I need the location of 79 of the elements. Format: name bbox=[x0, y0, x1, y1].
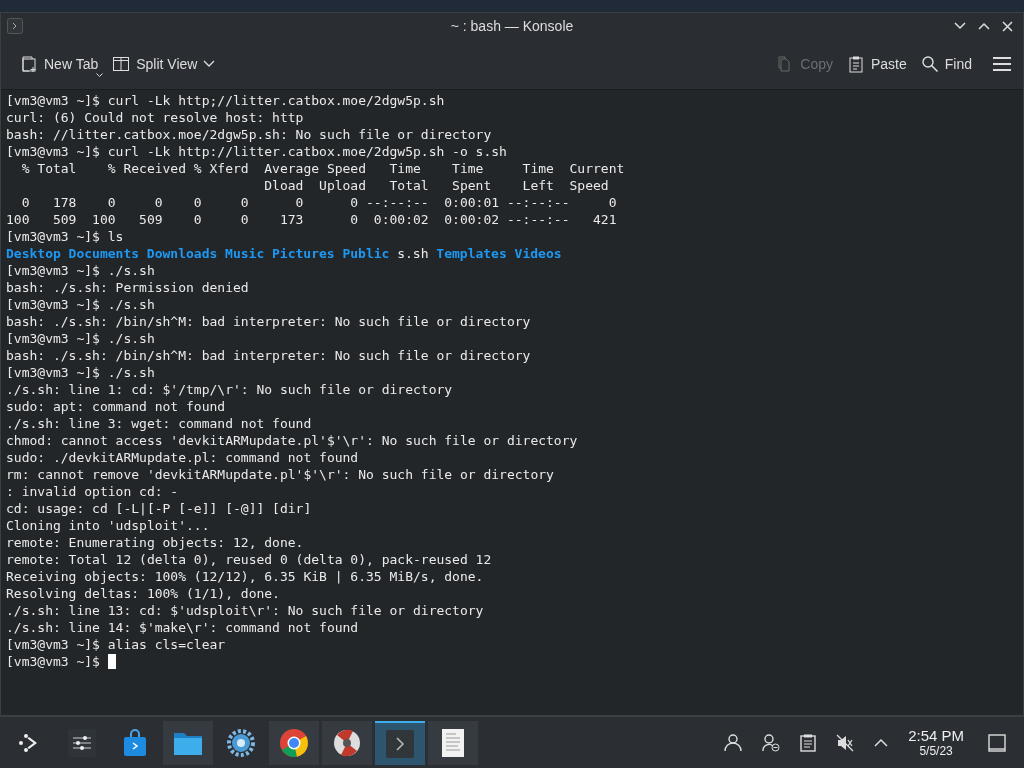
window-title: ~ : bash — Konsole bbox=[450, 18, 574, 34]
terminal-line: [vm3@vm3 ~]$ ./s.sh bbox=[6, 296, 156, 313]
toolbar-button[interactable]: Find bbox=[915, 51, 977, 77]
shopping-bag-icon bbox=[122, 728, 148, 757]
maximize-icon[interactable] bbox=[978, 22, 990, 30]
directory-name: Music bbox=[225, 245, 265, 262]
terminal-icon bbox=[386, 729, 414, 758]
toolbar-button[interactable]: Split View bbox=[107, 51, 221, 77]
new-tab-icon bbox=[20, 55, 38, 73]
split-view-icon bbox=[112, 55, 131, 73]
terminal-line: sudo: apt: command not found bbox=[6, 398, 227, 415]
terminal-line: curl: (6) Could not resolve host: http bbox=[6, 109, 305, 126]
taskbar-item[interactable] bbox=[375, 720, 425, 765]
taskbar-item[interactable] bbox=[269, 720, 319, 765]
terminal-line: bash: //litter.catbox.moe/2dgw5p.sh: No such file or directory bbox=[6, 126, 493, 143]
toolbar-button[interactable]: Paste bbox=[841, 51, 912, 77]
text-cursor bbox=[107, 654, 116, 669]
terminal-line: [vm3@vm3 ~]$ alias cls=clear bbox=[6, 636, 227, 653]
sliders-icon bbox=[68, 728, 96, 757]
terminal-line: [vm3@vm3 ~]$ bbox=[6, 653, 101, 670]
search-icon bbox=[920, 55, 939, 73]
terminal-line: cd: usage: cd [-L|[-P [-e]] [-@]] [dir] bbox=[6, 500, 313, 517]
directory-name: Desktop bbox=[6, 245, 61, 262]
terminal-line: remote: Total 12 (delta 0), reused 0 (delta 0), pack-reused 12 bbox=[6, 551, 493, 568]
clock-time[interactable]: 2:54 PM bbox=[908, 728, 964, 743]
terminal-icon bbox=[7, 18, 23, 34]
caret-icon[interactable] bbox=[874, 738, 889, 747]
disc-icon bbox=[333, 728, 361, 757]
gear-icon bbox=[226, 727, 256, 758]
caret-icon bbox=[203, 60, 216, 68]
terminal-line: Cloning into 'udsploit'... bbox=[6, 517, 211, 534]
terminal-line: chmod: cannot access 'devkitARMupdate.pl'$'\r': No such file or directory bbox=[6, 432, 579, 449]
user-icon[interactable] bbox=[724, 733, 743, 752]
taskbar-item[interactable] bbox=[428, 720, 478, 765]
terminal-line: ./s.sh: line 14: $'make\r': command not found bbox=[6, 619, 360, 636]
caret-icon bbox=[96, 73, 104, 78]
terminal-line: 100 509 100 509 0 0 173 0 0:00:02 0:00:02 --:--:-- 421 bbox=[6, 211, 618, 228]
terminal-line: sudo: ./devkitARMupdate.pl: command not found bbox=[6, 449, 360, 466]
terminal-line: Receiving objects: 100% (12/12), 6.35 KiB | 6.35 MiB/s, done. bbox=[6, 568, 485, 585]
directory-name: Downloads bbox=[146, 245, 218, 262]
terminal-line: [vm3@vm3 ~]$ ls bbox=[6, 228, 125, 245]
minimize-icon[interactable] bbox=[954, 22, 966, 30]
toolbar-button[interactable]: New Tab bbox=[15, 51, 104, 77]
directory-name: Documents bbox=[68, 245, 140, 262]
terminal-line: [vm3@vm3 ~]$ ./s.sh bbox=[6, 262, 156, 279]
terminal-line: bash: ./s.sh: Permission denied bbox=[6, 279, 250, 296]
terminal-line: : invalid option cd: - bbox=[6, 483, 180, 500]
terminal-line: Resolving deltas: 100% (1/1), done. bbox=[6, 585, 281, 602]
file-name: s.sh bbox=[397, 245, 429, 262]
clock-date[interactable]: 5/5/23 bbox=[919, 745, 953, 757]
terminal-line: [vm3@vm3 ~]$ curl -Lk http;//litter.catbox.moe/2dgw5p.sh bbox=[6, 92, 446, 109]
close-icon[interactable] bbox=[1002, 20, 1013, 32]
terminal-line: rm: cannot remove 'devkitARMupdate.pl'$'\r': No such file or directory bbox=[6, 466, 555, 483]
terminal-line: bash: ./s.sh: /bin/sh^M: bad interpreter: No such file or directory bbox=[6, 313, 532, 330]
speaker-muted-icon[interactable] bbox=[836, 733, 855, 752]
terminal-line: [vm3@vm3 ~]$ ./s.sh bbox=[6, 364, 156, 381]
clipboard-icon[interactable] bbox=[800, 733, 817, 752]
menu-icon[interactable] bbox=[993, 57, 1011, 71]
terminal-line: bash: ./s.sh: /bin/sh^M: bad interpreter: No such file or directory bbox=[6, 347, 532, 364]
terminal-line: 0 178 0 0 0 0 0 0 --:--:-- 0:00:01 --:--:-- 0 bbox=[20, 194, 618, 211]
clipboard-icon bbox=[846, 55, 865, 73]
show-desktop-icon[interactable] bbox=[988, 733, 1006, 752]
directory-name: Pictures bbox=[272, 245, 335, 262]
taskbar-item[interactable] bbox=[322, 720, 372, 765]
terminal-line: % Total % Received % Xferd Average Speed Time Time Time Current bbox=[20, 160, 626, 177]
browser-icon bbox=[279, 727, 309, 758]
terminal-line: ./s.sh: line 3: wget: command not found bbox=[6, 415, 313, 432]
terminal-line: remote: Enumerating objects: 12, done. bbox=[6, 534, 305, 551]
terminal-line: [vm3@vm3 ~]$ curl -Lk http://litter.catbox.moe/2dgw5p.sh -o s.sh bbox=[6, 143, 508, 160]
terminal-line: ./s.sh: line 13: cd: $'udsploit\r': No such file or directory bbox=[6, 602, 485, 619]
terminal-line: ./s.sh: line 1: cd: $'/tmp/\r': No such file or directory bbox=[6, 381, 454, 398]
directory-name: Videos bbox=[514, 245, 562, 262]
terminal-line: Dload Upload Total Spent Left Speed bbox=[263, 177, 610, 194]
user-minus-icon[interactable] bbox=[762, 733, 781, 752]
directory-name: Templates bbox=[436, 245, 507, 262]
document-icon bbox=[442, 728, 464, 757]
directory-name: Public bbox=[342, 245, 390, 262]
terminal-line: [vm3@vm3 ~]$ ./s.sh bbox=[6, 330, 156, 347]
taskbar-item[interactable] bbox=[163, 720, 213, 765]
